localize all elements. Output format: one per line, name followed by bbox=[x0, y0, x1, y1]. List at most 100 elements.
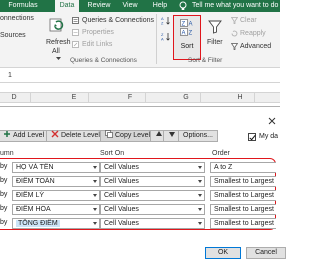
sort-column-select[interactable]: TỔNG ĐIỂM bbox=[12, 218, 100, 229]
sort-on-select[interactable]: Cell Values bbox=[100, 190, 205, 201]
close-icon[interactable] bbox=[268, 117, 276, 125]
sort-button-label: Sort bbox=[180, 43, 194, 50]
sort-icon-letter-a2: A bbox=[182, 31, 186, 37]
advanced-button[interactable]: Advanced bbox=[240, 43, 271, 50]
add-level-button[interactable]: Add Level bbox=[0, 130, 50, 142]
reapply-button[interactable]: Reapply bbox=[240, 30, 266, 37]
sort-on-select[interactable]: Cell Values bbox=[100, 176, 205, 187]
tab-review[interactable]: Review bbox=[86, 0, 112, 12]
tab-view[interactable]: View bbox=[120, 0, 140, 12]
sort-on-value: Cell Values bbox=[104, 178, 139, 185]
sort-on-value: Cell Values bbox=[104, 206, 139, 213]
queries-connections-button[interactable]: Queries & Connections bbox=[82, 17, 154, 24]
chevron-down-icon bbox=[93, 208, 97, 211]
ribbon-body: onnections Sources Refresh All Queries &… bbox=[0, 12, 280, 68]
sort-column-select[interactable]: ĐIỂM LÝ bbox=[12, 190, 100, 201]
copy-level-button[interactable]: Copy Level bbox=[100, 130, 156, 142]
properties-button[interactable]: Properties bbox=[82, 29, 114, 36]
column-heading: umn bbox=[0, 150, 14, 157]
sort-column-select[interactable]: HỌ VÀ TÊN bbox=[12, 162, 100, 173]
tab-help[interactable]: Help bbox=[150, 0, 170, 12]
filter-icon[interactable] bbox=[208, 20, 222, 34]
sort-on-select[interactable]: Cell Values bbox=[100, 204, 205, 215]
column-header-d[interactable]: D bbox=[0, 93, 29, 103]
properties-icon bbox=[72, 29, 79, 36]
sort-level-label: by bbox=[0, 191, 8, 198]
formula-bar[interactable]: 1 bbox=[0, 69, 280, 83]
sort-a-to-z-icon[interactable]: A Z bbox=[161, 16, 171, 25]
order-select[interactable]: Smallest to Largest bbox=[210, 218, 276, 229]
sort-icon-letter-z2: Z bbox=[189, 31, 193, 37]
refresh-all-label-line2[interactable]: All bbox=[52, 48, 60, 55]
formula-bar-value[interactable]: 1 bbox=[8, 72, 12, 79]
sort-on-select[interactable]: Cell Values bbox=[100, 162, 205, 173]
order-select[interactable]: Smallest to Largest bbox=[210, 176, 276, 187]
my-data-has-headers-checkbox[interactable] bbox=[248, 133, 256, 141]
column-header-g[interactable]: G bbox=[171, 93, 201, 103]
cancel-button[interactable]: Cancel bbox=[246, 247, 286, 259]
sort-on-value: Cell Values bbox=[104, 192, 139, 199]
column-header-e[interactable]: E bbox=[59, 93, 89, 103]
tab-formulas[interactable]: Formulas bbox=[0, 0, 46, 12]
tab-data[interactable]: Data bbox=[55, 0, 79, 12]
sort-filter-group-label: Sort & Filter bbox=[188, 57, 223, 64]
column-header-row: D E F G H bbox=[0, 92, 280, 103]
queries-group-label: Queries & Connections bbox=[70, 57, 137, 64]
connections-partial-label[interactable]: onnections bbox=[0, 15, 34, 22]
grid-divider bbox=[200, 92, 201, 103]
delete-level-button[interactable]: Delete Level bbox=[46, 130, 105, 142]
delete-level-icon bbox=[51, 130, 59, 138]
sort-on-select[interactable]: Cell Values bbox=[100, 218, 205, 229]
sort-level-label: by bbox=[0, 205, 8, 212]
chevron-down-icon bbox=[198, 166, 202, 169]
clear-button[interactable]: Clear bbox=[240, 17, 257, 24]
refresh-all-icon[interactable] bbox=[48, 15, 66, 33]
chevron-down-icon bbox=[198, 208, 202, 211]
order-value: Smallest to Largest bbox=[214, 192, 274, 199]
queries-connections-icon[interactable] bbox=[72, 17, 79, 24]
edit-links-button[interactable]: Edit Links bbox=[82, 41, 112, 48]
grid-divider bbox=[145, 92, 146, 103]
sort-column-select[interactable]: ĐIỂM HÓA bbox=[12, 204, 100, 215]
column-header-h[interactable]: H bbox=[225, 93, 255, 103]
column-header-f[interactable]: F bbox=[115, 93, 145, 103]
chevron-down-icon bbox=[93, 222, 97, 225]
sort-column-value: TỔNG ĐIỂM bbox=[16, 220, 60, 227]
sort-column-value: HỌ VÀ TÊN bbox=[16, 164, 54, 171]
advanced-filter-icon[interactable] bbox=[231, 43, 238, 50]
edit-links-icon bbox=[72, 41, 79, 48]
order-select[interactable]: Smallest to Largest bbox=[210, 204, 276, 215]
grid-divider bbox=[88, 92, 89, 103]
my-data-has-headers-label: My da bbox=[259, 133, 279, 140]
sort-column-value: ĐIỂM LÝ bbox=[16, 192, 45, 199]
refresh-all-label-line1[interactable]: Refresh bbox=[46, 39, 71, 46]
sort-level-label: by bbox=[0, 177, 8, 184]
sort-column-select[interactable]: ĐIỂM TOÁN bbox=[12, 176, 100, 187]
order-select[interactable]: Smallest to Largest bbox=[210, 190, 276, 201]
chevron-down-icon bbox=[198, 180, 202, 183]
chevron-down-icon bbox=[198, 222, 202, 225]
order-select[interactable]: A to Z bbox=[210, 162, 276, 173]
filter-button[interactable]: Filter bbox=[207, 39, 223, 46]
sort-level-label: by bbox=[0, 163, 8, 170]
svg-text:Z: Z bbox=[161, 21, 164, 26]
clear-filter-icon bbox=[231, 17, 238, 24]
sort-button[interactable]: Z A A Z Sort bbox=[173, 15, 201, 60]
sort-z-to-a-icon[interactable]: Z A bbox=[161, 32, 171, 41]
sort-icon: Z A A Z bbox=[180, 19, 193, 37]
chevron-down-icon bbox=[93, 180, 97, 183]
svg-text:A: A bbox=[161, 37, 164, 42]
ok-button[interactable]: OK bbox=[205, 247, 241, 259]
sort-icon-letter-a: A bbox=[189, 22, 193, 28]
tell-me-search[interactable]: Tell me what you want to do bbox=[192, 0, 278, 12]
options-button[interactable]: Options... bbox=[178, 130, 218, 142]
add-level-label: Add Level bbox=[13, 132, 45, 139]
arrow-down-icon bbox=[169, 132, 175, 138]
chevron-down-icon[interactable] bbox=[56, 57, 61, 61]
copy-level-label: Copy Level bbox=[115, 132, 151, 139]
reapply-icon bbox=[231, 30, 238, 37]
order-heading: Order bbox=[212, 150, 230, 157]
sources-partial-label[interactable]: Sources bbox=[0, 32, 26, 39]
ribbon-tab-bar: Formulas Data Review View Help Tell me w… bbox=[0, 0, 280, 12]
chevron-down-icon bbox=[93, 166, 97, 169]
